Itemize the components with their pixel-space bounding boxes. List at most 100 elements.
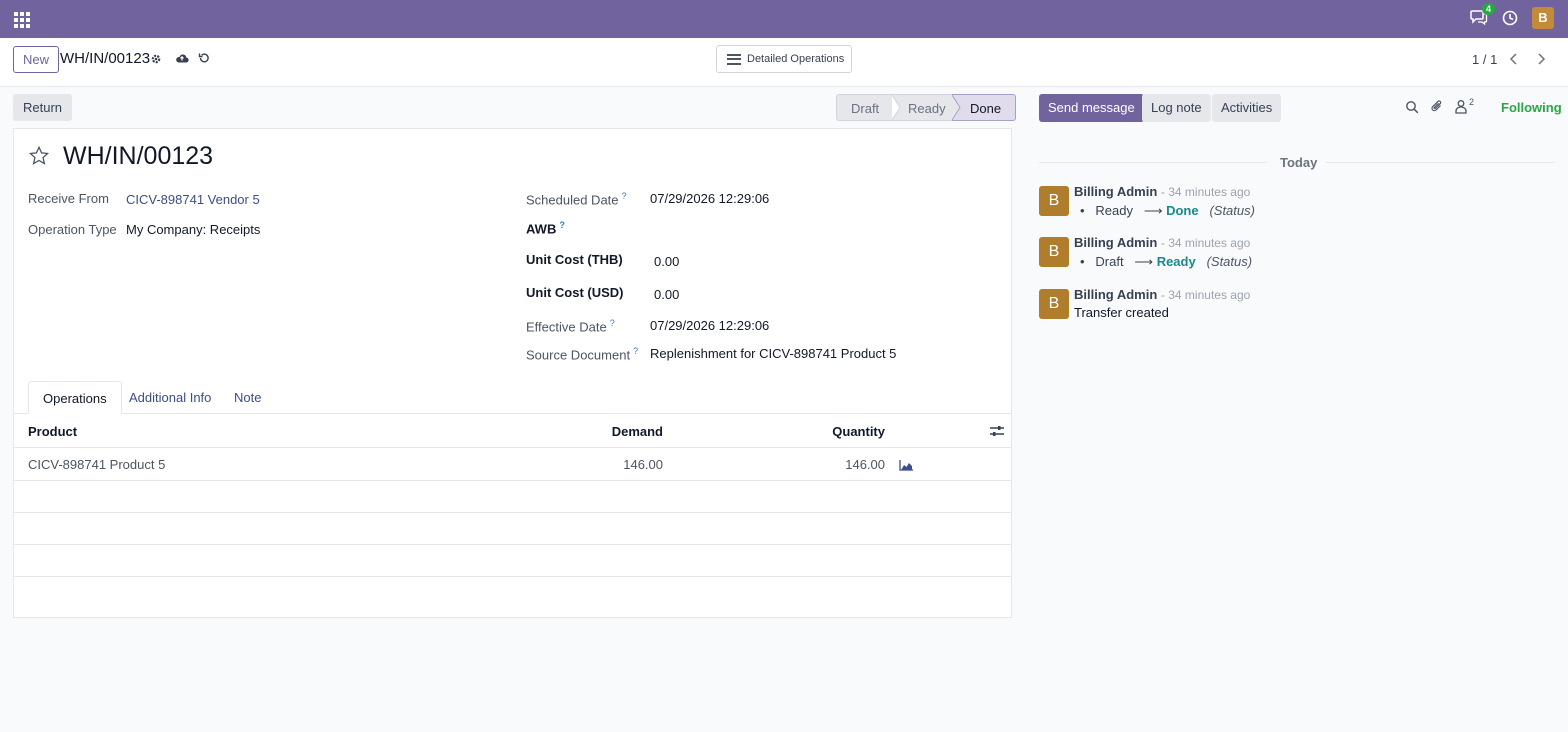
message-time: - 34 minutes ago — [1160, 236, 1251, 250]
tab-note[interactable]: Note — [220, 381, 275, 414]
new-button[interactable]: New — [13, 46, 60, 73]
message-author-name[interactable]: Billing Admin — [1074, 287, 1157, 302]
optional-columns-icon[interactable] — [990, 425, 1004, 437]
awb-label: AWB? — [526, 220, 565, 236]
row-product[interactable]: CICV-898741 Product 5 — [28, 448, 165, 481]
column-header-quantity[interactable]: Quantity — [785, 415, 885, 448]
detailed-operations-label: Detailed Operations — [747, 53, 845, 65]
effective-date-label-text: Effective Date — [526, 319, 607, 335]
record-title: WH/IN/00123 — [63, 142, 214, 170]
avatar[interactable]: B — [1039, 289, 1069, 319]
log-note-button[interactable]: Log note — [1142, 94, 1211, 122]
message-author: Billing Admin - 34 minutes ago — [1074, 287, 1250, 302]
effective-date-label: Effective Date? — [526, 318, 615, 334]
operation-type-label: Operation Type — [28, 222, 117, 237]
source-document-field[interactable]: Replenishment for CICV-898741 Product 5 — [650, 346, 896, 361]
navbar-systray: 4 B — [1470, 3, 1554, 29]
discard-icon[interactable] — [198, 52, 210, 64]
status-step-ready-label: Ready — [908, 101, 946, 116]
row-quantity[interactable]: 146.00 — [785, 448, 885, 481]
star-icon[interactable] — [28, 145, 50, 167]
detailed-operations-button[interactable]: Detailed Operations — [716, 45, 852, 73]
column-header-demand[interactable]: Demand — [563, 415, 663, 448]
table-row[interactable]: CICV-898741 Product 5 146.00 146.00 — [14, 448, 1011, 481]
top-navbar: 4 B — [0, 0, 1568, 38]
arrow-right-icon: ⟶ — [1134, 254, 1154, 269]
tracking-field-name: (Status) — [1209, 203, 1255, 218]
following-button[interactable]: Following — [1501, 100, 1562, 115]
message-author-name[interactable]: Billing Admin — [1074, 235, 1157, 250]
message-author: Billing Admin - 34 minutes ago — [1074, 235, 1250, 250]
message-time: - 34 minutes ago — [1160, 288, 1251, 302]
scheduled-date-field[interactable]: 07/29/2026 12:29:06 — [650, 191, 769, 206]
apps-menu-icon[interactable] — [14, 12, 30, 28]
messaging-count-badge: 4 — [1482, 3, 1496, 15]
tracking-old-value: Draft — [1095, 254, 1124, 269]
avatar[interactable]: B — [1039, 237, 1069, 267]
tracking-new-value: Ready — [1156, 254, 1196, 269]
message-time: - 34 minutes ago — [1160, 185, 1251, 199]
row-demand[interactable]: 146.00 — [563, 448, 663, 481]
table-row-empty — [14, 545, 1011, 577]
unit-cost-usd-field[interactable]: 0.00 — [654, 287, 679, 302]
pager-next-icon[interactable] — [1532, 48, 1550, 70]
search-icon[interactable] — [1405, 100, 1419, 114]
source-document-label: Source Document? — [526, 346, 638, 362]
pager-previous-icon[interactable] — [1505, 48, 1523, 70]
message-body: Transfer created — [1074, 305, 1169, 320]
activity-clock-icon[interactable] — [1502, 10, 1518, 26]
messaging-icon[interactable]: 4 — [1470, 3, 1496, 27]
message-author: Billing Admin - 34 minutes ago — [1074, 184, 1250, 199]
status-bar: Draft Ready Done — [836, 94, 1016, 121]
gear-icon[interactable] — [150, 53, 162, 65]
form-sheet: WH/IN/00123 Receive From CICV-898741 Ven… — [13, 128, 1012, 618]
arrow-right-icon: ⟶ — [1143, 203, 1163, 218]
source-document-label-text: Source Document — [526, 347, 631, 363]
save-cloud-icon[interactable] — [175, 52, 189, 64]
tracking-old-value: Ready — [1095, 203, 1133, 218]
help-tooltip-icon[interactable]: ? — [622, 191, 627, 201]
scheduled-date-label-text: Scheduled Date — [526, 192, 619, 208]
table-row-empty — [14, 513, 1011, 545]
receive-from-label: Receive From — [28, 191, 109, 206]
table-row-empty — [14, 481, 1011, 513]
followers-count: 2 — [1469, 97, 1475, 107]
control-panel: New WH/IN/00123 Detailed Operations 1 / … — [0, 38, 1568, 87]
status-step-done[interactable]: Done — [952, 94, 1016, 121]
unit-cost-usd-label: Unit Cost (USD) — [526, 285, 624, 300]
tab-additional-info[interactable]: Additional Info — [115, 381, 225, 414]
receive-from-field[interactable]: CICV-898741 Vendor 5 — [126, 192, 260, 207]
status-step-ready[interactable]: Ready — [892, 94, 952, 121]
pager-value[interactable]: 1 / 1 — [1472, 52, 1497, 67]
operation-type-field[interactable]: My Company: Receipts — [126, 222, 260, 237]
bullet: • — [1080, 254, 1085, 269]
tracking-value: • Ready ⟶ Done (Status) — [1080, 203, 1255, 219]
help-tooltip-icon[interactable]: ? — [633, 346, 638, 356]
followers-icon[interactable] — [1454, 99, 1468, 114]
status-step-done-label: Done — [970, 101, 1002, 116]
tracking-new-value: Done — [1166, 203, 1199, 218]
user-avatar[interactable]: B — [1532, 7, 1554, 29]
awb-label-text: AWB — [526, 221, 557, 237]
date-separator-line — [1326, 162, 1555, 163]
avatar[interactable]: B — [1039, 186, 1069, 216]
operations-table-header: Product Demand Quantity — [14, 415, 1011, 448]
tab-operations[interactable]: Operations — [28, 381, 122, 414]
unit-cost-thb-field[interactable]: 0.00 — [654, 254, 679, 269]
breadcrumb: WH/IN/00123 — [60, 50, 151, 67]
send-message-button[interactable]: Send message — [1039, 94, 1144, 122]
forecast-chart-icon[interactable] — [899, 460, 913, 471]
paperclip-icon[interactable] — [1430, 99, 1444, 114]
return-button[interactable]: Return — [13, 94, 73, 121]
help-tooltip-icon[interactable]: ? — [559, 220, 565, 230]
column-header-product[interactable]: Product — [28, 415, 77, 448]
awb-field[interactable] — [650, 220, 990, 238]
date-separator-line — [1039, 162, 1267, 163]
help-tooltip-icon[interactable]: ? — [610, 318, 615, 328]
scheduled-date-label: Scheduled Date? — [526, 191, 627, 207]
message-author-name[interactable]: Billing Admin — [1074, 184, 1157, 199]
effective-date-field: 07/29/2026 12:29:06 — [650, 318, 770, 333]
tracking-field-name: (Status) — [1206, 254, 1253, 269]
activities-button[interactable]: Activities — [1212, 94, 1282, 122]
status-step-draft[interactable]: Draft — [836, 94, 892, 121]
